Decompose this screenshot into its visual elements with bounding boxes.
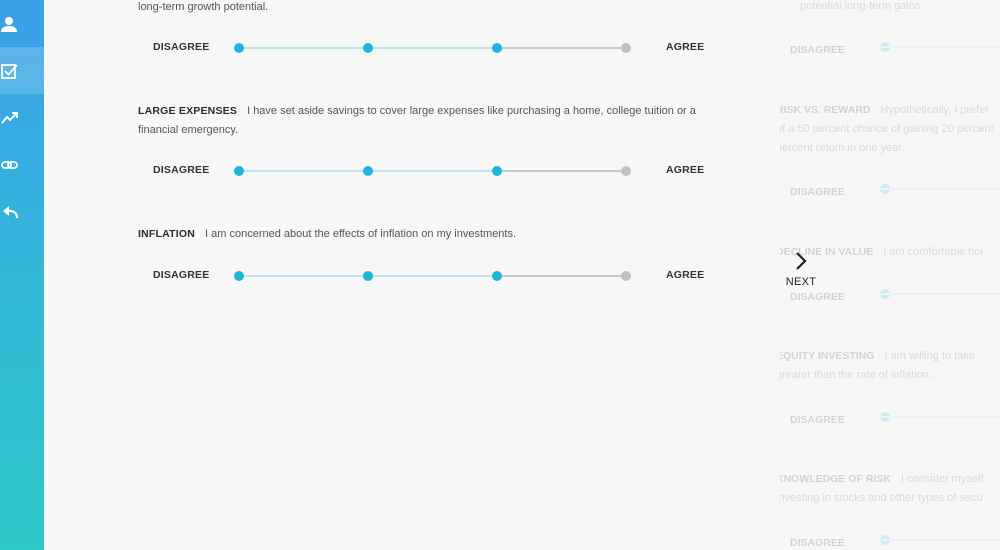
question-description: I consider myself [900,473,984,485]
scale-track-empty [497,275,626,277]
preview-text: percent return in one year. [780,142,905,154]
agree-label: AGREE [666,164,705,176]
scale-point-2[interactable] [363,166,373,176]
scale-track [880,539,1000,541]
preview-text: investing in stocks and other types of s… [780,492,983,504]
scale-point-3[interactable] [492,271,502,281]
scale-track [880,46,1000,48]
scale-point-1[interactable] [234,271,244,281]
nav-item-back[interactable] [0,188,44,235]
scale-point-3[interactable] [492,166,502,176]
questionnaire-panel: long-term growth potential. DISAGREE AGR… [44,0,780,550]
preview-question: RISK VS. REWARD Hypothetically, I prefer [780,104,989,116]
sidebar [0,0,44,550]
scale-point-1[interactable] [234,166,244,176]
question-description: I am willing to take [884,350,975,362]
scale-track [880,293,1000,295]
preview-question: EQUITY INVESTING I am willing to take [780,350,975,362]
scale-point-1[interactable] [234,43,244,53]
agreement-scale[interactable]: DISAGREE AGREE [153,38,713,58]
question-description: I am comfortable hol [883,246,983,258]
nav-item-performance[interactable] [0,94,44,141]
question-description: I am concerned about the effects of infl… [205,228,517,240]
nav-item-questionnaire[interactable] [0,47,44,94]
scale-point-3[interactable] [492,43,502,53]
preview-text: of a 50 percent chance of gaining 20 per… [780,123,994,135]
scale-point-4[interactable] [621,43,631,53]
disagree-label: DISAGREE [790,186,845,198]
link-icon [1,160,18,169]
disagree-label: DISAGREE [153,164,210,176]
chevron-right-icon [796,252,807,270]
question-title: INFLATION [138,228,196,240]
next-label: NEXT [785,276,817,288]
question-description: Hypothetically, I prefer [880,104,990,116]
user-icon [1,16,17,32]
disagree-label: DISAGREE [153,269,210,281]
disagree-label: DISAGREE [790,414,845,426]
scale-point-4[interactable] [621,271,631,281]
agreement-scale[interactable]: DISAGREE AGREE [153,161,713,181]
scale-track-empty [497,47,626,49]
trending-icon [1,111,18,124]
agree-label: AGREE [666,41,705,53]
question-description: long-term growth potential. [138,1,269,13]
preview-question: KNOWLEDGE OF RISK I consider myself [780,473,983,485]
disagree-label: DISAGREE [790,537,845,549]
disagree-label: DISAGREE [790,44,845,56]
scale-track-empty [497,170,626,172]
agreement-scale[interactable]: DISAGREE AGREE [153,266,713,286]
scale-point-4[interactable] [621,166,631,176]
question-title: EQUITY INVESTING [780,350,875,362]
preview-scale: DISAGREE [790,410,1000,428]
scale-track [880,188,1000,190]
question-inflation: INFLATION I am concerned about the effect… [138,225,738,244]
preview-text: potential long-term gains. [800,0,924,12]
question-large-expenses: LARGE EXPENSES I have set aside savings t… [138,102,738,140]
agree-label: AGREE [666,269,705,281]
scale-point-2[interactable] [363,43,373,53]
question-title: RISK VS. REWARD [780,104,871,116]
disagree-label: DISAGREE [153,41,210,53]
preview-scale: DISAGREE [790,533,1000,550]
preview-scale: DISAGREE [790,182,1000,200]
question-title: KNOWLEDGE OF RISK [780,473,891,485]
nav-item-profile[interactable] [0,0,44,47]
preview-text: greater than the rate of inflation. [780,369,932,381]
preview-scale: DISAGREE [790,40,1000,58]
question-title: LARGE EXPENSES [138,105,238,117]
scale-track [880,416,1000,418]
checkbox-icon [1,63,18,79]
next-button[interactable]: NEXT [781,250,821,302]
question-text: long-term growth potential. [138,0,738,17]
scale-point-2[interactable] [363,271,373,281]
back-arrow-icon [3,205,19,218]
nav-item-links[interactable] [0,141,44,188]
